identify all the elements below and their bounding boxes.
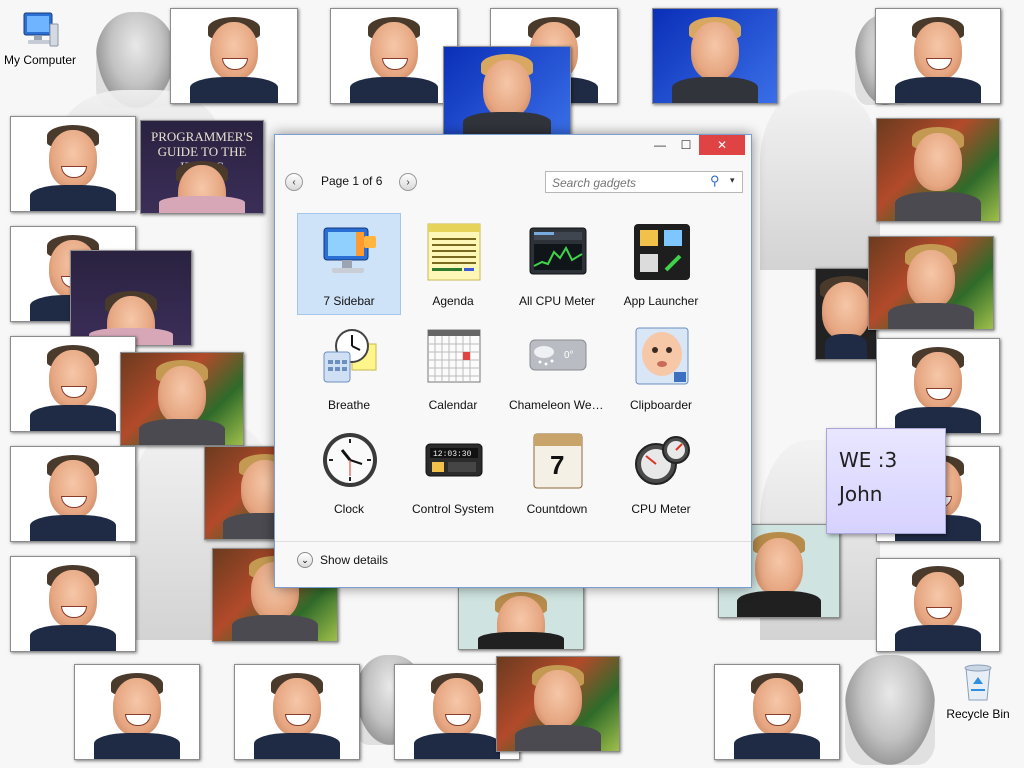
search-dropdown-button[interactable]: ▾ [730, 175, 735, 186]
app-launcher-icon [634, 224, 690, 280]
chevron-down-icon: ⌄ [297, 552, 313, 568]
recycle-bin-desktop-icon[interactable]: Recycle Bin [940, 660, 1016, 721]
gadget-tile-control-system[interactable]: 12:03:30 Control System [401, 421, 505, 523]
photo-frame [10, 116, 136, 212]
gadget-label: 7 Sidebar [323, 294, 375, 308]
page-indicator: Page 1 of 6 [321, 174, 383, 188]
sticky-note-line1: WE :3 [839, 448, 898, 472]
my-computer-label: My Computer [3, 53, 77, 67]
photo-frame [868, 236, 994, 330]
baby-photo-icon [635, 327, 689, 385]
photo-frame [876, 118, 1000, 222]
recycle-bin-icon [964, 664, 992, 701]
maximize-button[interactable]: ☐ [673, 135, 699, 155]
gadget-label: Agenda [432, 294, 474, 308]
gadget-tile-breathe[interactable]: Breathe [297, 317, 401, 419]
photo-frame [10, 336, 136, 432]
book-cover-photo: PROGRAMMER'S GUIDE TO THE IBM PC [140, 120, 264, 214]
computer-icon [23, 12, 59, 47]
photo-frame [876, 558, 1000, 652]
gadget-label: Clipboarder [629, 398, 693, 412]
gadget-label: Breathe [327, 398, 371, 412]
photo-frame [234, 664, 360, 760]
photo-frame [714, 664, 840, 760]
cpu-meter-gauge-icon [635, 436, 690, 485]
photo-frame [876, 338, 1000, 434]
wallpaper-shirt [760, 90, 880, 270]
breathe-clock-icon [323, 329, 377, 383]
wallpaper-portrait [845, 655, 935, 765]
photo-frame [74, 664, 200, 760]
gadget-gallery-window: — ☐ ✕ ‹ Page 1 of 6 › ⚲ ▾ 7 Sidebar Agen… [274, 134, 752, 588]
countdown-icon: 7 [533, 433, 583, 489]
gadget-tile-all-cpu-meter[interactable]: All CPU Meter [505, 213, 609, 315]
book-cover-photo [70, 250, 192, 346]
calendar-grid-icon [427, 329, 481, 383]
svg-text:7: 7 [550, 450, 564, 480]
recycle-bin-label: Recycle Bin [946, 707, 1010, 721]
photo-frame [10, 446, 136, 542]
photo-frame [170, 8, 298, 104]
gadget-label: All CPU Meter [518, 294, 595, 308]
gadget-label: Chameleon Weather [509, 398, 608, 412]
gadget-label: CPU Meter [631, 502, 691, 516]
gadget-tile-clock[interactable]: Clock [297, 421, 401, 523]
sticky-note-line2: John [839, 482, 883, 506]
minimize-button[interactable]: — [647, 135, 673, 155]
search-input[interactable] [550, 174, 704, 192]
agenda-calendar-icon [427, 223, 481, 281]
search-icon[interactable]: ⚲ [710, 173, 720, 189]
photo-frame [330, 8, 458, 104]
next-page-button[interactable]: › [399, 173, 417, 191]
gadget-tile-agenda[interactable]: Agenda [401, 213, 505, 315]
control-system-icon: 12:03:30 [425, 443, 483, 477]
gadget-tile-7-sidebar[interactable]: 7 Sidebar [297, 213, 401, 315]
show-details-label: Show details [320, 553, 389, 567]
sticky-note[interactable]: WE :3 John [826, 428, 946, 534]
svg-text:0°: 0° [564, 350, 574, 361]
photo-frame [10, 556, 136, 652]
photo-frame [458, 586, 584, 650]
search-box: ⚲ ▾ [545, 171, 743, 193]
gadget-label: Countdown [526, 502, 588, 516]
gadget-tile-app-launcher[interactable]: App Launcher [609, 213, 713, 315]
gadget-tile-cpu-meter[interactable]: CPU Meter [609, 421, 713, 523]
gadget-label: Control System [411, 502, 495, 516]
photo-frame [443, 46, 571, 138]
cpu-graph-icon [529, 227, 587, 275]
gadget-tile-calendar[interactable]: Calendar [401, 317, 505, 419]
gadget-tile-countdown[interactable]: 7 Countdown [505, 421, 609, 523]
photo-frame [875, 8, 1001, 104]
photo-frame [652, 8, 778, 104]
sidebar-monitor-icon [323, 227, 376, 273]
weather-icon: 0° [529, 339, 587, 371]
svg-text:12:03:30: 12:03:30 [433, 450, 472, 459]
gadget-tile-chameleon-weather[interactable]: 0° Chameleon Weather [505, 317, 609, 419]
gadget-label: App Launcher [623, 294, 699, 308]
gadget-label: Clock [333, 502, 364, 516]
gadget-label: Calendar [428, 398, 478, 412]
my-computer-desktop-icon[interactable]: My Computer [2, 10, 78, 67]
previous-page-button[interactable]: ‹ [285, 173, 303, 191]
footer-divider [275, 541, 751, 542]
gadget-tile-clipboarder[interactable]: Clipboarder [609, 317, 713, 419]
photo-frame [120, 352, 244, 446]
title-bar[interactable]: — ☐ ✕ [275, 135, 751, 157]
close-button[interactable]: ✕ [699, 135, 745, 155]
analog-clock-icon [323, 433, 377, 487]
desktop: My Computer Recycle Bin PROGRAMMER'S GUI… [0, 0, 1024, 768]
photo-frame [496, 656, 620, 752]
